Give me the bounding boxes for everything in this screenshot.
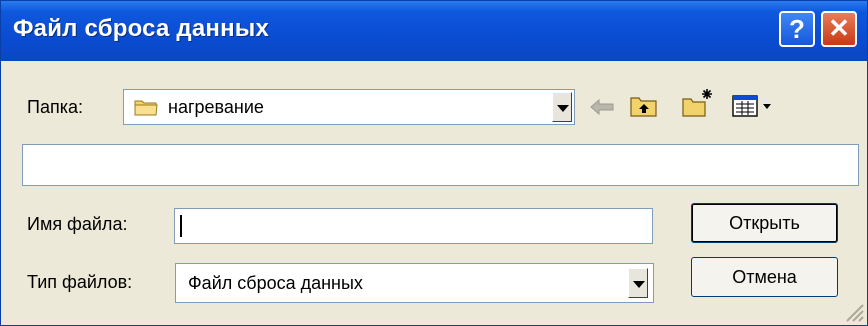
chevron-down-icon <box>633 281 645 288</box>
cancel-button[interactable]: Отмена <box>691 257 838 297</box>
title-bar[interactable]: Файл сброса данных ? ✕ <box>1 1 867 61</box>
file-type-select[interactable]: Файл сброса данных <box>175 263 654 303</box>
file-name-label: Имя файла: <box>27 214 128 234</box>
file-list[interactable] <box>22 144 859 186</box>
chevron-down-icon <box>557 105 569 112</box>
folder-label: Папка: <box>27 97 83 117</box>
file-name-input[interactable] <box>174 208 653 244</box>
file-dialog: Файл сброса данных ? ✕ Папка: нагревание… <box>0 0 868 326</box>
open-button[interactable]: Открыть <box>691 203 838 243</box>
close-button[interactable]: ✕ <box>821 11 857 47</box>
view-menu-icon[interactable] <box>731 93 777 119</box>
folder-icon <box>134 100 158 116</box>
help-button[interactable]: ? <box>779 11 815 47</box>
resize-grip-icon[interactable] <box>839 297 865 323</box>
file-type-value: Файл сброса данных <box>188 273 363 293</box>
new-folder-icon[interactable] <box>681 87 715 119</box>
dialog-title: Файл сброса данных <box>13 15 270 42</box>
file-type-dropdown-button[interactable] <box>628 268 648 298</box>
folder-dropdown-button[interactable] <box>552 92 572 122</box>
folder-select[interactable]: нагревание <box>123 89 575 125</box>
folder-value: нагревание <box>168 97 264 117</box>
up-folder-icon[interactable] <box>629 93 659 119</box>
back-arrow-icon[interactable] <box>589 97 615 117</box>
file-type-label: Тип файлов: <box>27 272 133 292</box>
text-caret <box>180 215 182 237</box>
